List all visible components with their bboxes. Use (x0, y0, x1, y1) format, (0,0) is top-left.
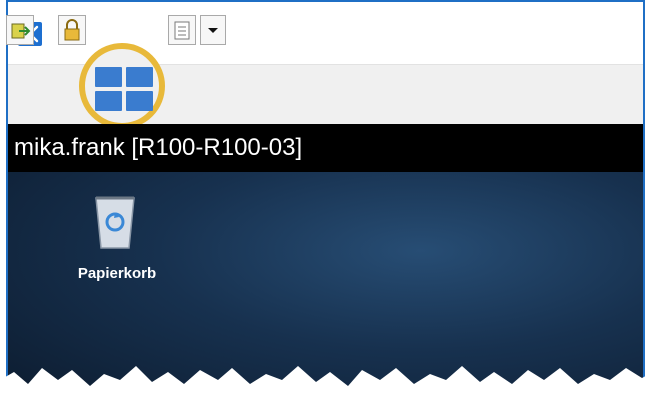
fit-window-icon (11, 23, 31, 39)
torn-edge-decoration (0, 366, 653, 406)
tile-top-right (126, 67, 153, 87)
tile-bottom-right (126, 91, 153, 111)
dropdown-arrow-icon (208, 28, 218, 33)
remote-desktop-window: mika.frank [R100-R100-03] Papierkorb (0, 0, 653, 406)
recycle-bin-label: Papierkorb (77, 265, 157, 282)
session-title: mika.frank [R100-R100-03] (14, 134, 303, 161)
multi-monitor-button[interactable] (95, 67, 153, 111)
tile-bottom-left (95, 91, 122, 111)
lock-icon (64, 19, 80, 41)
monitor-list-button[interactable] (168, 15, 196, 45)
recycle-bin-shortcut[interactable] (92, 192, 138, 250)
tile-top-left (95, 67, 122, 87)
toolbar-dropdown-button[interactable] (200, 15, 226, 45)
recycle-bin-icon (95, 196, 135, 249)
monitor-list-icon (174, 21, 190, 40)
fit-window-button[interactable] (6, 15, 34, 45)
lock-button[interactable] (58, 15, 86, 45)
